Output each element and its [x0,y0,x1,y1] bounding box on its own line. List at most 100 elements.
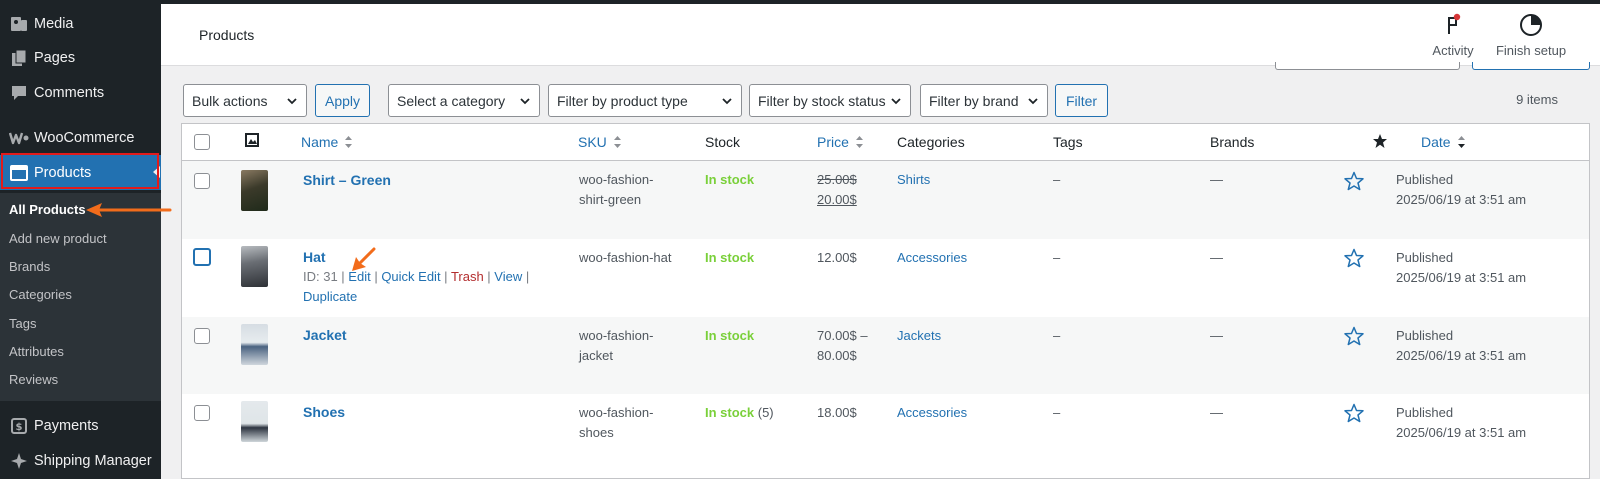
apply-button[interactable]: Apply [315,84,370,117]
view-link[interactable]: View [494,269,522,284]
featured-star-icon[interactable] [1344,248,1364,268]
tags-cell: – [1053,328,1061,343]
woocommerce-icon [0,131,34,145]
products-table: Name SKU Stock Price Categories Tags Bra… [181,123,1590,479]
publish-date: 2025/06/19 at 3:51 am [1396,270,1527,285]
sidebar-item-shipping-manager[interactable]: Shipping Manager [0,443,161,478]
stock-count: (5) [757,405,774,420]
column-date-label: Date [1421,134,1451,150]
featured-column-icon [1372,133,1388,149]
category-link[interactable]: Accessories [897,248,967,268]
items-count: 9 items [1516,92,1558,107]
featured-star-icon[interactable] [1344,403,1364,423]
brand-select[interactable]: Filter by brand [920,84,1048,117]
activity-button[interactable]: Activity [1431,12,1475,58]
product-name-link[interactable]: Shoes [303,404,345,420]
product-name-link[interactable]: Hat [303,249,326,265]
price-cell: 25.00$ 20.00$ [817,170,857,210]
stock-cell: In stock [705,170,754,190]
submenu-item-add-new-product[interactable]: Add new product [9,231,107,246]
date-cell: Published 2025/06/19 at 3:51 am [1396,403,1526,443]
sidebar-item-payments[interactable]: $ Payments [0,408,161,443]
submenu-item-attributes[interactable]: Attributes [9,344,64,359]
shipping-icon [0,452,34,470]
category-link[interactable]: Shirts [897,170,930,190]
comments-icon [0,84,34,102]
category-select[interactable]: Select a category [388,84,540,117]
stock-cell: In stock [705,248,754,268]
sidebar-item-woocommerce[interactable]: WooCommerce [0,120,161,155]
search-button-partial[interactable] [1472,62,1590,70]
submenu-item-tags[interactable]: Tags [9,316,36,331]
finish-setup-button[interactable]: Finish setup [1495,12,1567,58]
table-row: Jacket woo-fashion- jacket In stock 70.0… [182,317,1589,394]
publish-date: 2025/06/19 at 3:51 am [1396,425,1527,440]
featured-star-icon[interactable] [1344,326,1364,346]
sidebar-item-label: WooCommerce [34,129,135,146]
sidebar-item-label: Media [34,15,74,32]
product-thumbnail[interactable] [241,246,268,287]
product-thumbnail[interactable] [241,401,268,442]
category-value: Select a category [397,92,506,109]
filter-button[interactable]: Filter [1055,84,1108,117]
duplicate-link[interactable]: Duplicate [303,289,357,304]
progress-circle-icon [1495,12,1567,38]
column-header-date[interactable]: Date [1421,134,1466,150]
brands-cell: — [1210,250,1223,265]
product-name-link[interactable]: Jacket [303,327,347,343]
column-header-brands: Brands [1210,134,1255,150]
submenu-item-brands[interactable]: Brands [9,259,50,274]
bulk-actions-value: Bulk actions [192,92,268,109]
sidebar-item-pages[interactable]: Pages [0,40,161,75]
sidebar-item-label: Pages [34,49,76,66]
chevron-down-icon [1028,98,1038,105]
flag-icon [1431,12,1475,38]
product-name-link[interactable]: Shirt – Green [303,172,391,188]
publish-date: 2025/06/19 at 3:51 am [1396,192,1527,207]
row-checkbox[interactable] [194,405,210,421]
sku-line: woo-fashion- [579,172,654,187]
quick-edit-link[interactable]: Quick Edit [381,269,440,284]
column-header-tags: Tags [1053,134,1083,150]
column-header-categories: Categories [897,134,965,150]
stock-status-select[interactable]: Filter by stock status [749,84,911,117]
column-header-price[interactable]: Price [817,134,864,150]
select-all-checkbox[interactable] [194,134,210,150]
sku-line: jacket [579,348,613,363]
trash-link[interactable]: Trash [451,269,484,284]
featured-star-icon[interactable] [1344,171,1364,191]
product-id: ID: 31 [303,269,338,284]
category-link[interactable]: Accessories [897,403,967,423]
column-sku-label: SKU [578,134,607,150]
products-icon [0,164,34,181]
category-link[interactable]: Jackets [897,326,941,346]
sort-icon [1457,135,1466,149]
search-input-partial[interactable] [1275,62,1460,70]
chevron-down-icon [287,98,297,105]
submenu-item-all-products[interactable]: All Products [9,202,86,217]
sidebar-item-label: Comments [34,84,105,101]
sidebar-item-label: Payments [34,417,99,434]
chevron-down-icon [891,98,901,105]
sidebar-item-comments[interactable]: Comments [0,75,161,110]
column-header-sku[interactable]: SKU [578,134,622,150]
column-header-name[interactable]: Name [301,134,353,150]
row-checkbox[interactable] [193,248,211,266]
chevron-down-icon [520,98,530,105]
edit-link[interactable]: Edit [348,269,370,284]
product-thumbnail[interactable] [241,324,268,365]
bulk-actions-select[interactable]: Bulk actions [183,84,307,117]
product-thumbnail[interactable] [241,170,268,211]
stock-status: In stock [705,250,755,265]
sidebar-item-media[interactable]: Media [0,6,161,41]
submenu-item-reviews[interactable]: Reviews [9,372,58,387]
tags-cell: – [1053,250,1061,265]
row-checkbox[interactable] [194,328,210,344]
tags-cell: – [1053,172,1061,187]
submenu-item-categories[interactable]: Categories [9,287,72,302]
row-checkbox[interactable] [194,173,210,189]
sidebar-item-products[interactable]: Products [0,155,161,190]
product-type-select[interactable]: Filter by product type [548,84,742,117]
stock-status: In stock [705,172,755,187]
sidebar-item-label: Shipping Manager [34,452,152,469]
